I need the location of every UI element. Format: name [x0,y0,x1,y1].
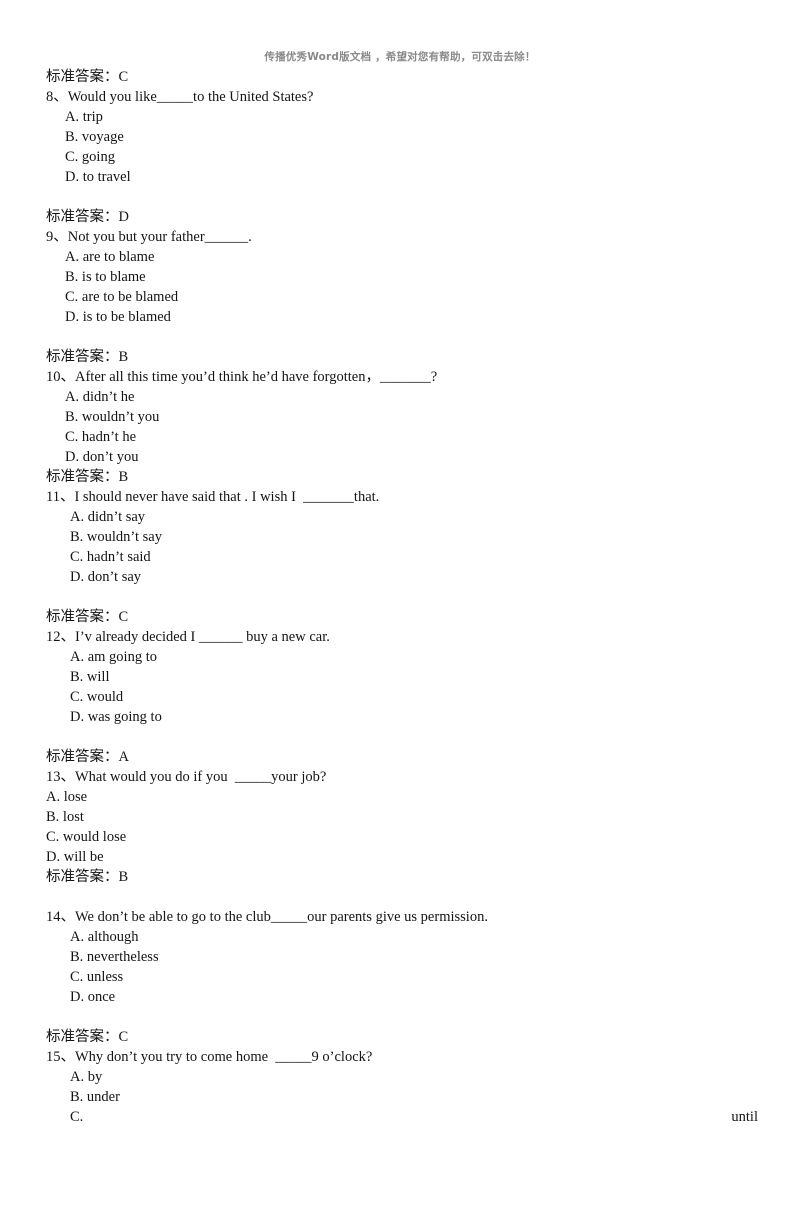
question-stem: 14、We don’t be able to go to the club___… [46,909,488,925]
question-stem: 12、I’v already decided I ______ buy a ne… [46,629,330,645]
answer-line: 标准答案：C [46,69,129,85]
question-option[interactable]: C. going [65,147,758,167]
question-option-label: C. [70,1109,84,1125]
question-option[interactable]: C. hadn’t said [70,547,758,567]
question-option[interactable]: C. would [70,687,758,707]
question-option[interactable]: A. are to blame [65,247,758,267]
question-option[interactable]: A. by [70,1067,758,1087]
document-page: 传播优秀Word版文档 ，希望对您有帮助，可双击去除！ 标准答案：C 8、Woul… [0,0,800,1207]
answer-line: 标准答案：D [46,209,129,225]
question-option[interactable]: C. would lose [46,827,758,847]
question-option[interactable]: B. nevertheless [70,947,758,967]
answer-line: 标准答案：B [46,469,129,485]
question-option[interactable]: B. under [70,1087,758,1107]
question-option-split[interactable]: C. until [46,1107,758,1127]
question-option[interactable]: D. don’t say [70,567,758,587]
answer-line: 标准答案：C [46,609,129,625]
header-watermark: 传播优秀Word版文档 ，希望对您有帮助，可双击去除！ [264,51,536,63]
answer-line: 标准答案：B [46,869,129,885]
question-option[interactable]: D. to travel [65,167,758,187]
question-option[interactable]: D. once [70,987,758,1007]
question-option[interactable]: A. trip [65,107,758,127]
document-body: 标准答案：C 8、Would you like_____to the United… [46,67,758,1127]
question-option[interactable]: D. was going to [70,707,758,727]
question-option[interactable]: C. unless [70,967,758,987]
question-option[interactable]: B. is to blame [65,267,758,287]
question-stem: 9、Not you but your father______. [46,229,252,245]
question-option[interactable]: B. wouldn’t say [70,527,758,547]
question-stem: 13、What would you do if you _____your jo… [46,769,327,785]
question-option[interactable]: B. wouldn’t you [65,407,758,427]
question-option[interactable]: B. lost [46,807,758,827]
question-option[interactable]: B. will [70,667,758,687]
question-option[interactable]: D. don’t you [65,447,758,467]
question-option[interactable]: A. although [70,927,758,947]
question-option[interactable]: D. is to be blamed [65,307,758,327]
question-option[interactable]: A. didn’t say [70,507,758,527]
question-stem: 11、I should never have said that . I wis… [46,489,380,505]
question-option[interactable]: D. will be [46,847,758,867]
answer-line: 标准答案：A [46,749,129,765]
question-stem: 15、Why don’t you try to come home _____9… [46,1049,373,1065]
question-option[interactable]: C. hadn’t he [65,427,758,447]
answer-line: 标准答案：C [46,1029,129,1045]
question-option[interactable]: C. are to be blamed [65,287,758,307]
question-option-trailing-word: until [731,1109,758,1125]
question-option[interactable]: A. lose [46,787,758,807]
answer-line: 标准答案：B [46,349,129,365]
question-option[interactable]: A. am going to [70,647,758,667]
question-option[interactable]: B. voyage [65,127,758,147]
question-option[interactable]: A. didn’t he [65,387,758,407]
question-stem: 8、Would you like_____to the United State… [46,89,314,105]
question-stem: 10、After all this time you’d think he’d … [46,369,438,385]
